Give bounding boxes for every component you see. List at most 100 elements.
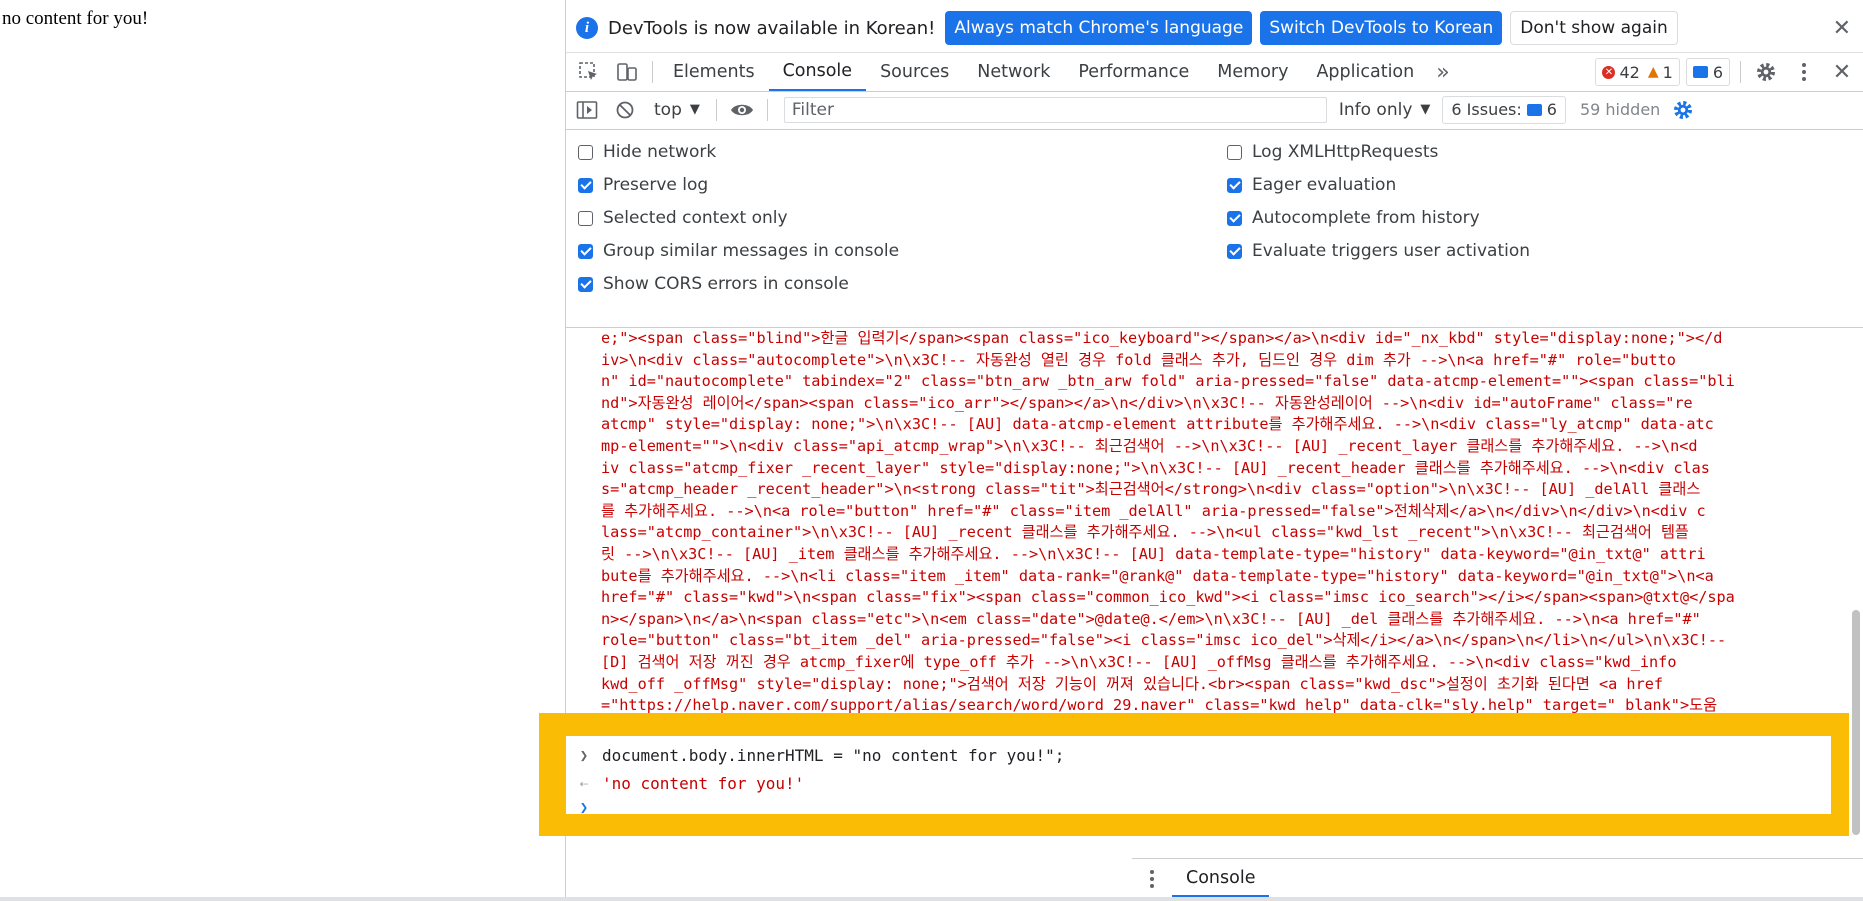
warning-count: 1 — [1662, 62, 1673, 82]
console-command-row: ❯ document.body.innerHTML = "no content … — [566, 746, 1831, 765]
issues-counter[interactable]: 6 — [1685, 58, 1730, 86]
issue-message-icon — [1526, 103, 1542, 116]
setting-eager-evaluation[interactable]: Eager evaluation — [1227, 175, 1396, 195]
log-levels-value: Info only — [1338, 99, 1413, 120]
drawer-tab-console[interactable]: Console — [1172, 860, 1270, 897]
chevron-down-icon: ▼ — [1420, 102, 1431, 117]
error-icon: ✕ — [1602, 65, 1616, 79]
screen: no content for you! i DevTools is now av… — [0, 0, 1863, 901]
warning-icon: ▲ — [1647, 64, 1659, 80]
inspect-element-icon[interactable] — [570, 54, 608, 90]
log-line: kwd_off _offMsg" style="display: none;">… — [601, 674, 1664, 693]
chevron-down-icon: ▼ — [689, 102, 700, 117]
tab-network[interactable]: Network — [963, 54, 1064, 91]
log-line: n" id="nautocomplete" tabindex="2" class… — [601, 372, 1735, 391]
prompt-chevron-icon: ❯ — [579, 802, 589, 814]
issues-button-count: 6 — [1546, 100, 1557, 119]
switch-language-button[interactable]: Switch DevTools to Korean — [1260, 11, 1503, 45]
setting-group-similar[interactable]: Group similar messages in console — [578, 241, 899, 261]
drawer-menu-icon[interactable] — [1132, 869, 1172, 889]
tabbar-separator — [652, 61, 653, 83]
issue-message-icon — [1692, 66, 1708, 78]
log-line: [D] 검색어 저장 꺼진 경우 atcmp_fixer에 type_off 추… — [601, 652, 1677, 671]
console-result-row: ⇠ 'no content for you!' — [566, 774, 1831, 793]
setting-hide-network[interactable]: Hide network — [578, 142, 716, 162]
issues-label: 6 Issues: — [1451, 100, 1522, 119]
tab-elements[interactable]: Elements — [659, 54, 769, 91]
log-line: s="atcmp_header _recent_header">\n<stron… — [601, 480, 1701, 499]
log-line: href="#" class="kwd">\n<span class="fix"… — [601, 588, 1735, 607]
setting-autocomplete-history[interactable]: Autocomplete from history — [1227, 208, 1480, 228]
console-toolbar: top ▼ Filter Info only ▼ 6 Issues: 6 59 … — [566, 90, 1863, 130]
settings-gear-icon[interactable] — [1747, 54, 1785, 90]
filter-input[interactable]: Filter — [783, 96, 1327, 123]
info-icon: i — [576, 17, 598, 39]
setting-show-cors-errors[interactable]: Show CORS errors in console — [578, 274, 849, 294]
sidebar-toggle-icon[interactable] — [568, 92, 606, 128]
checkbox[interactable] — [1227, 210, 1242, 226]
tab-performance[interactable]: Performance — [1064, 54, 1203, 91]
dont-show-again-button[interactable]: Don't show again — [1510, 11, 1678, 45]
scrollbar-thumb[interactable] — [1852, 610, 1860, 835]
checkbox[interactable] — [1227, 243, 1242, 259]
issues-count: 6 — [1712, 62, 1723, 82]
console-result: 'no content for you!' — [602, 774, 805, 793]
kebab-menu-icon[interactable] — [1785, 54, 1823, 90]
log-levels-dropdown[interactable]: Info only ▼ — [1339, 100, 1431, 120]
log-line: iv>\n<div class="autocomplete">\n\x3C!--… — [601, 350, 1676, 369]
prompt-chevron-icon: ❯ — [579, 747, 589, 764]
web-page-viewport: no content for you! — [0, 0, 566, 897]
window-bottom-edge — [0, 897, 1863, 901]
console-scrollbar[interactable] — [1852, 330, 1860, 850]
checkbox[interactable] — [1227, 177, 1242, 193]
page-body-text: no content for you! — [2, 8, 149, 29]
device-toolbar-icon[interactable] — [608, 54, 646, 90]
hidden-messages-count: 59 hidden — [1579, 100, 1661, 119]
more-tabs-icon[interactable]: » — [1428, 54, 1457, 91]
checkbox[interactable] — [578, 177, 593, 193]
log-line: bute를 추가해주세요. -->\n<li class="item _item… — [601, 566, 1714, 585]
tabbar-separator — [1740, 61, 1741, 83]
checkbox[interactable] — [578, 144, 593, 160]
checkbox[interactable] — [578, 276, 593, 292]
console-settings-panel: Hide network Preserve log Selected conte… — [566, 130, 1863, 328]
log-line: 릿 -->\n\x3C!-- [AU] _item 클래스를 추가해주세요. -… — [601, 544, 1706, 563]
setting-log-xhr[interactable]: Log XMLHttpRequests — [1227, 142, 1438, 162]
log-message-html-string: e;"><span class="blind">한글 입력기</span><sp… — [601, 328, 1836, 717]
checkbox[interactable] — [1227, 144, 1242, 160]
setting-selected-context-only[interactable]: Selected context only — [578, 208, 788, 228]
console-command: document.body.innerHTML = "no content fo… — [602, 746, 1065, 765]
log-line: 를 추가해주세요. -->\n<a role="button" href="#"… — [601, 501, 1706, 520]
checkbox[interactable] — [578, 243, 593, 259]
console-prompt-row[interactable]: ❯ — [566, 802, 1831, 814]
log-line: mp-element="">\n<div class="api_atcmp_wr… — [601, 436, 1698, 455]
live-expression-eye-icon[interactable] — [723, 92, 761, 128]
match-language-button[interactable]: Always match Chrome's language — [945, 11, 1253, 45]
context-selector[interactable]: top ▼ — [644, 100, 710, 120]
issues-button[interactable]: 6 Issues: 6 — [1442, 95, 1566, 124]
devtools-tabbar: Elements Console Sources Network Perform… — [566, 52, 1863, 92]
error-count: 42 — [1619, 62, 1640, 82]
toolbar-separator — [715, 98, 717, 121]
setting-evaluate-user-activation[interactable]: Evaluate triggers user activation — [1227, 241, 1530, 261]
log-line: lass="atcmp_container">\n\x3C!-- [AU] _r… — [601, 523, 1689, 542]
console-input-area[interactable]: ❯ document.body.innerHTML = "no content … — [566, 736, 1831, 814]
console-settings-gear-icon[interactable] — [1664, 92, 1702, 128]
error-warning-counter[interactable]: ✕ 42 ▲ 1 — [1595, 58, 1680, 86]
drawer-bar: Console ✕ — [1132, 858, 1863, 897]
tab-application[interactable]: Application — [1302, 54, 1428, 91]
toolbar-separator — [766, 98, 768, 121]
setting-preserve-log[interactable]: Preserve log — [578, 175, 708, 195]
checkbox[interactable] — [578, 210, 593, 226]
tab-sources[interactable]: Sources — [866, 54, 963, 91]
log-line: role="button" class="bt_item _del" aria-… — [601, 631, 1727, 650]
log-line: e;"><span class="blind">한글 입력기</span><sp… — [601, 329, 1723, 347]
log-line: nd">자동완성 레이어</span><span class="ico_arr"… — [601, 393, 1693, 412]
tab-memory[interactable]: Memory — [1203, 54, 1302, 91]
infobar-message: DevTools is now available in Korean! — [608, 17, 936, 39]
context-value: top — [654, 99, 682, 120]
tab-console[interactable]: Console — [768, 54, 867, 91]
clear-console-icon[interactable] — [606, 92, 644, 128]
infobar-close-icon[interactable]: ✕ — [1833, 16, 1851, 41]
close-devtools-icon[interactable]: ✕ — [1823, 54, 1861, 90]
